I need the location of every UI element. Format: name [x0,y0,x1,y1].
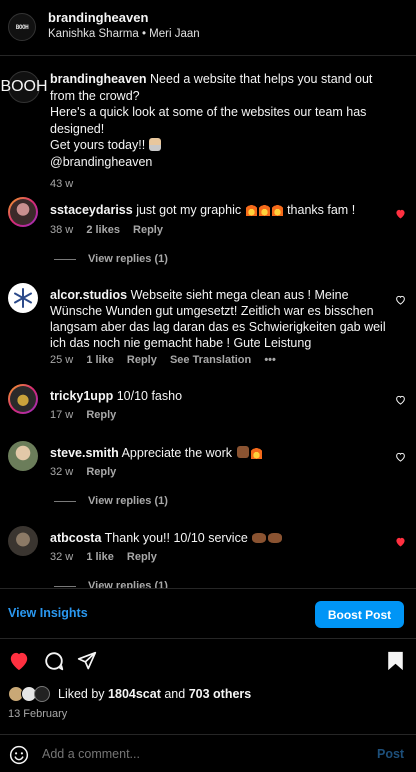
liked-by-summary[interactable]: Liked by 1804scat and 703 others [8,686,251,702]
comment-like-heart-icon[interactable] [395,209,406,219]
share-send-icon[interactable] [77,651,97,671]
caption-text-3: Get yours today!! [50,138,146,152]
view-insights-link[interactable]: View Insights [8,606,88,620]
fire-emoji-icon [250,446,262,459]
snowflake-logo-icon [14,288,32,308]
save-bookmark-icon[interactable] [387,651,404,671]
add-comment-bar: Post [0,734,416,772]
handshake-emoji-icon [252,533,267,543]
post-date: 13 February [8,708,68,720]
reply-button[interactable]: Reply [86,466,116,478]
brand-logo-avatar[interactable]: BOOH [8,13,36,41]
comments-scroll-area[interactable]: BOOH brandingheaven Need a website that … [0,57,416,588]
liker-avatars [8,686,56,702]
caption-text-2: Here's a quick look at some of the websi… [50,105,367,136]
comment-meta: 32 w Reply [50,466,117,478]
comment-avatar[interactable] [8,441,38,471]
reply-button[interactable]: Reply [127,354,157,366]
reply-button[interactable]: Reply [127,551,157,563]
post-comment-button[interactable]: Post [377,747,404,761]
comment-like-heart-icon[interactable] [395,395,406,405]
comment-text: sstaceydariss just got my graphic thanks… [50,203,356,217]
view-replies-button[interactable]: View replies (1) [54,580,168,588]
liked-by-username[interactable]: 1804scat [108,687,161,701]
comment-username[interactable]: atbcosta [50,531,101,545]
reply-button[interactable]: Reply [86,409,116,421]
comment-avatar[interactable] [8,526,38,556]
comment-meta: 38 w 2 likes Reply [50,224,163,236]
comment-text: atbcosta Thank you!! 10/10 service [50,530,390,546]
comment-avatar[interactable] [8,283,38,313]
post-actions-panel: View Insights Boost Post Liked by 1804sc… [0,588,416,772]
comment-username[interactable]: sstaceydariss [50,203,133,217]
handshake-emoji-icon [268,533,283,543]
comment-input[interactable] [42,747,342,761]
emoji-smiley-icon[interactable] [9,745,29,765]
view-replies-button[interactable]: View replies (1) [54,253,168,265]
comment-text: alcor.studios Webseite sieht mega clean … [50,288,386,350]
fire-emoji-icon [271,203,283,216]
like-heart-icon[interactable] [8,651,30,671]
comment-like-heart-icon[interactable] [395,452,406,462]
view-replies-button[interactable]: View replies (1) [54,495,168,507]
post-header: BOOH brandingheaven Kanishka Sharma • Me… [0,0,416,56]
caption-avatar[interactable]: BOOH [0,71,48,103]
header-music-subtitle[interactable]: Kanishka Sharma • Meri Jaan [48,28,200,40]
comment-username[interactable]: alcor.studios [50,288,127,302]
more-options-icon[interactable]: ••• [264,354,276,366]
caption-username[interactable]: brandingheaven [50,72,147,86]
technologist-emoji-icon [148,138,161,151]
likes-count[interactable]: 1 like [86,551,114,563]
fire-emoji-icon [258,203,270,216]
caption-time: 43 w [50,178,74,190]
likes-count[interactable]: 2 likes [86,224,120,236]
likes-count[interactable]: 1 like [86,354,114,366]
fire-emoji-icon [245,203,257,216]
comment-meta: 17 w Reply [50,409,117,421]
liked-by-others[interactable]: 703 others [189,687,252,701]
boost-post-button[interactable]: Boost Post [315,601,404,628]
comment-text: steve.smith Appreciate the work [50,445,390,461]
reply-button[interactable]: Reply [133,224,163,236]
post-caption: brandingheaven Need a website that helps… [50,71,390,193]
caption-mention[interactable]: @brandingheaven [50,155,152,169]
avatar [34,686,50,702]
comment-bubble-icon[interactable] [43,650,65,672]
muscle-emoji-icon [236,446,249,458]
comment-username[interactable]: steve.smith [50,446,119,460]
comment-like-heart-icon[interactable] [395,537,406,547]
see-translation-button[interactable]: See Translation [170,354,251,366]
header-username[interactable]: brandingheaven [48,10,148,25]
comment-meta: 25 w 1 like Reply See Translation ••• [50,354,276,366]
comment-username[interactable]: tricky1upp [50,389,113,403]
comment-like-heart-icon[interactable] [395,295,406,305]
comment-avatar[interactable] [8,197,38,227]
divider [0,638,416,639]
comment-text: tricky1upp 10/10 fasho [50,389,183,403]
comment-avatar[interactable] [8,384,38,414]
comment-meta: 32 w 1 like Reply [50,551,157,563]
